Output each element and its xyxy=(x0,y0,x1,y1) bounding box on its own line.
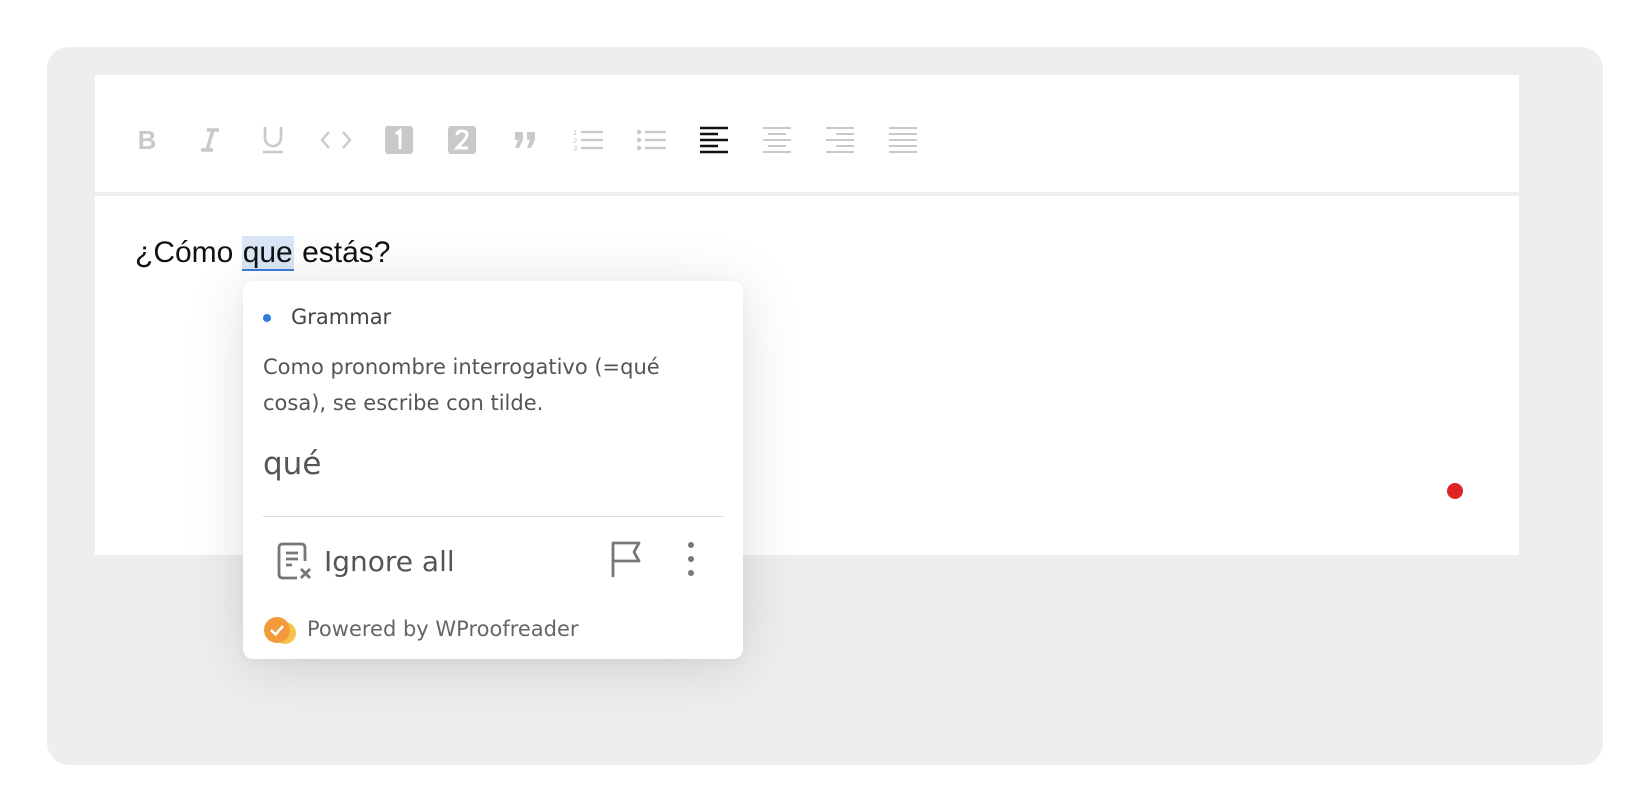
paragraph[interactable]: ¿Cómo que estás? xyxy=(135,236,391,271)
align-center-icon xyxy=(763,127,791,153)
align-justify-icon xyxy=(889,127,917,153)
bullet-list-button[interactable] xyxy=(634,123,668,157)
align-left-button[interactable] xyxy=(697,123,731,157)
align-center-button[interactable] xyxy=(760,123,794,157)
numbered-list-icon: 1 2 3 xyxy=(573,129,603,153)
svg-text:3: 3 xyxy=(573,145,577,153)
flagged-word[interactable]: que xyxy=(241,236,294,271)
bullet-list-icon xyxy=(636,129,666,151)
text-before: ¿Cómo xyxy=(135,236,242,269)
suggestion-item[interactable]: qué xyxy=(263,446,321,482)
bold-button[interactable]: B xyxy=(130,123,164,157)
proofreader-suggestion-popup: Grammar Como pronombre interrogativo (=q… xyxy=(243,281,743,659)
category-dot xyxy=(263,314,271,322)
code-button[interactable] xyxy=(319,123,353,157)
divider xyxy=(263,516,723,517)
align-right-button[interactable] xyxy=(823,123,857,157)
heading-2-icon xyxy=(448,126,476,154)
error-description: Como pronombre interrogativo (=qué cosa)… xyxy=(263,355,660,415)
underline-icon xyxy=(263,127,283,154)
ignore-all-icon[interactable] xyxy=(275,541,315,581)
text-after: estás? xyxy=(293,236,391,269)
italic-icon xyxy=(201,128,219,152)
blockquote-button[interactable] xyxy=(508,123,542,157)
numbered-list-button[interactable]: 1 2 3 xyxy=(571,123,605,157)
code-icon xyxy=(320,131,352,149)
heading-1-icon xyxy=(385,126,413,154)
align-justify-button[interactable] xyxy=(886,123,920,157)
heading-2-button[interactable] xyxy=(445,123,479,157)
flag-icon[interactable] xyxy=(609,539,643,579)
status-dot[interactable] xyxy=(1447,483,1463,499)
more-options-icon[interactable] xyxy=(684,539,698,579)
powered-by-link[interactable]: Powered by WProofreader xyxy=(307,617,579,641)
quote-icon xyxy=(515,132,535,148)
svg-text:2: 2 xyxy=(573,137,577,145)
align-left-icon xyxy=(700,126,728,154)
svg-text:1: 1 xyxy=(573,129,577,137)
editor-toolbar: B 1 2 3 xyxy=(95,75,1519,196)
bold-icon: B xyxy=(137,125,157,155)
heading-1-button[interactable] xyxy=(382,123,416,157)
italic-button[interactable] xyxy=(193,123,227,157)
ignore-all-button[interactable]: Ignore all xyxy=(324,545,455,578)
category-label: Grammar xyxy=(291,305,392,329)
align-right-icon xyxy=(826,127,854,153)
wproofreader-logo-icon xyxy=(264,617,296,644)
underline-button[interactable] xyxy=(256,123,290,157)
